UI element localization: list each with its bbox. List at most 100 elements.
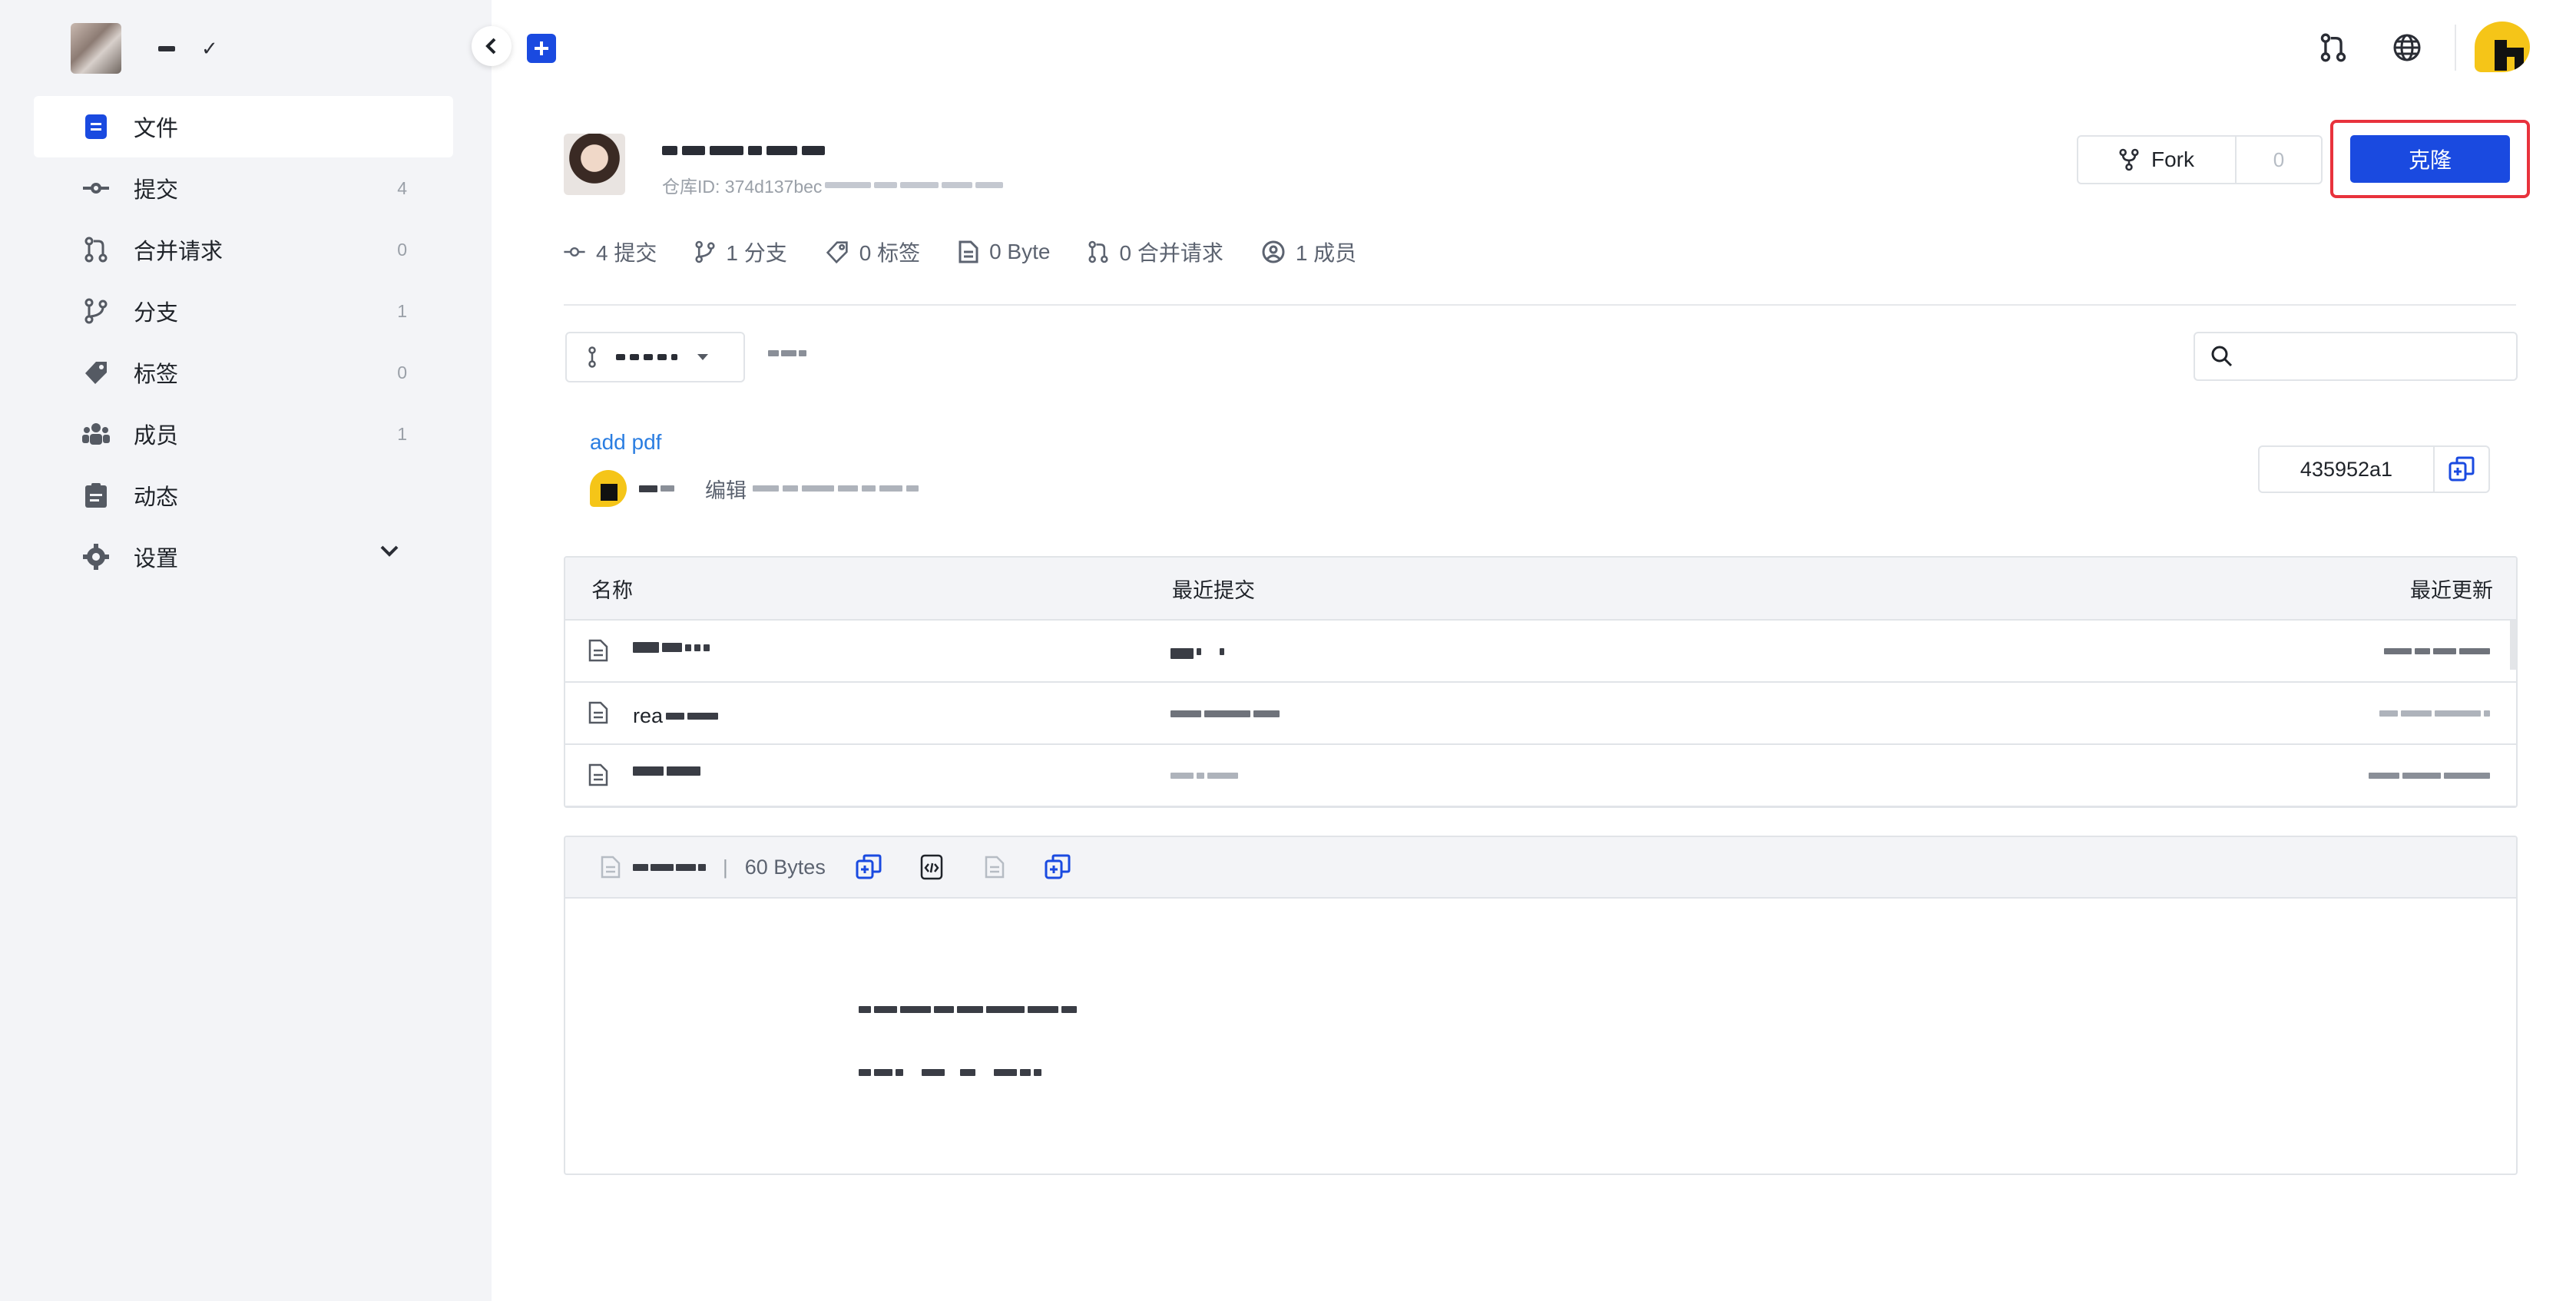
sidebar-item-files[interactable]: 文件 — [34, 96, 453, 157]
create-new-button[interactable] — [527, 34, 556, 63]
copy-icon — [2449, 456, 2475, 482]
workspace-header[interactable]: ✓ — [71, 22, 218, 75]
fork-button[interactable]: Fork — [2078, 137, 2237, 183]
copy-path-button[interactable] — [1041, 850, 1074, 884]
merge-requests-nav-button[interactable] — [2315, 29, 2352, 66]
committer-avatar — [590, 470, 627, 507]
sidebar-item-label: 设置 — [134, 547, 179, 571]
file-icon — [588, 639, 608, 662]
readme-line — [859, 1006, 1077, 1013]
sidebar-item-count: 0 — [397, 362, 407, 382]
stat-label: 0 合并请求 — [1119, 241, 1223, 265]
sidebar-item-label: 标签 — [134, 362, 179, 387]
document-icon — [985, 856, 1005, 879]
branch-icon — [695, 240, 715, 263]
caret-down-icon — [697, 354, 708, 360]
collapse-sidebar-button[interactable] — [472, 26, 512, 66]
divider — [564, 304, 2516, 306]
latest-commit-message[interactable]: add pdf — [590, 430, 661, 455]
sidebar-item-label: 提交 — [134, 178, 179, 203]
repo-id-label: 仓库ID: 374d137bec — [662, 177, 823, 197]
stat-label: 1 成员 — [1295, 241, 1357, 265]
file-last-update — [2379, 710, 2490, 717]
plus-icon — [535, 41, 548, 55]
copy-button[interactable] — [852, 850, 886, 884]
user-avatar[interactable] — [2475, 22, 2530, 72]
fork-label: Fork — [2151, 147, 2194, 171]
readme-line — [859, 1069, 1041, 1076]
scrollbar[interactable] — [2510, 621, 2516, 670]
settings-icon — [81, 542, 111, 571]
stat-size[interactable]: 0 Byte — [959, 240, 1050, 264]
sidebar-item-label: 合并请求 — [134, 240, 223, 264]
view-source-button[interactable] — [915, 850, 949, 884]
file-last-update — [2369, 773, 2490, 779]
search-icon — [2211, 346, 2233, 367]
column-last-update: 最近更新 — [2410, 578, 2493, 602]
file-search — [2194, 332, 2518, 381]
sidebar-item-label: 动态 — [134, 485, 179, 510]
sidebar-item-merge-requests[interactable]: 合并请求 0 — [34, 219, 453, 280]
chevron-down-icon[interactable] — [379, 545, 399, 561]
sidebar-item-tags[interactable]: 标签 0 — [34, 342, 453, 403]
readme-file-name — [633, 863, 706, 871]
sidebar: ✓ 文件 提交 4 合并请求 0 分支 1 标签 0 成员 1 动态 设置 — [0, 0, 492, 1301]
readme-panel: | 60 Bytes — [564, 836, 2518, 1175]
file-icon — [588, 763, 608, 786]
column-name: 名称 — [591, 578, 633, 602]
sidebar-item-count: 1 — [397, 423, 407, 444]
code-icon — [920, 854, 943, 880]
latest-commit-meta: 编辑 — [590, 470, 919, 507]
commit-hash[interactable]: 435952a1 — [2260, 447, 2435, 492]
stat-commits[interactable]: 4 提交 — [564, 237, 657, 267]
sidebar-item-branches[interactable]: 分支 1 — [34, 280, 453, 342]
file-last-commit — [1170, 648, 1224, 659]
repo-title[interactable] — [662, 141, 825, 160]
chevron-left-icon — [485, 38, 496, 55]
file-last-update — [2384, 648, 2490, 654]
sidebar-nav: 文件 提交 4 合并请求 0 分支 1 标签 0 成员 1 动态 设置 — [34, 96, 453, 588]
commit-icon — [81, 174, 111, 203]
readme-header: | 60 Bytes — [565, 837, 2516, 899]
branch-icon — [81, 296, 111, 326]
fork-icon — [2119, 148, 2139, 171]
search-input[interactable] — [2244, 344, 2505, 369]
file-name: rea — [633, 704, 719, 728]
sidebar-item-members[interactable]: 成员 1 — [34, 403, 453, 465]
file-name — [633, 766, 700, 776]
workspace-avatar — [71, 23, 121, 74]
merge-request-icon — [2320, 33, 2346, 62]
copy-hash-button[interactable] — [2435, 447, 2488, 492]
stat-members[interactable]: 1 成员 — [1262, 237, 1356, 267]
check-icon: ✓ — [201, 36, 218, 60]
stat-label: 1 分支 — [726, 241, 787, 265]
stat-merge-requests[interactable]: 0 合并请求 — [1088, 237, 1223, 267]
table-row[interactable] — [565, 745, 2516, 806]
table-row[interactable]: rea — [565, 683, 2516, 745]
branch-selector[interactable] — [565, 332, 745, 382]
repo-avatar — [564, 134, 625, 195]
clone-button[interactable]: 克隆 — [2350, 135, 2510, 183]
stat-branches[interactable]: 1 分支 — [695, 237, 787, 267]
members-icon — [81, 419, 111, 449]
sidebar-item-label: 文件 — [134, 117, 179, 141]
file-icon — [81, 112, 111, 141]
sidebar-item-label: 成员 — [134, 424, 179, 449]
file-name-prefix: rea — [633, 704, 664, 727]
merge-request-icon — [81, 235, 111, 264]
language-button[interactable] — [2389, 29, 2425, 66]
sidebar-item-label: 分支 — [134, 301, 179, 326]
column-last-commit: 最近提交 — [1172, 578, 1255, 602]
tag-icon — [81, 358, 111, 387]
sidebar-item-commits[interactable]: 提交 4 — [34, 157, 453, 219]
raw-file-button[interactable] — [978, 850, 1012, 884]
repo-stats: 4 提交 1 分支 0 标签 0 Byte 0 合并请求 1 成员 — [564, 237, 1395, 267]
stat-label: 0 标签 — [859, 241, 921, 265]
branch-name — [616, 354, 677, 360]
stat-tags[interactable]: 0 标签 — [826, 237, 920, 267]
table-row[interactable] — [565, 621, 2516, 683]
file-last-commit — [1170, 710, 1280, 717]
file-table: 名称 最近提交 最近更新 rea — [564, 556, 2518, 808]
sidebar-item-activity[interactable]: 动态 — [34, 465, 453, 526]
sidebar-item-settings[interactable]: 设置 — [34, 526, 453, 588]
